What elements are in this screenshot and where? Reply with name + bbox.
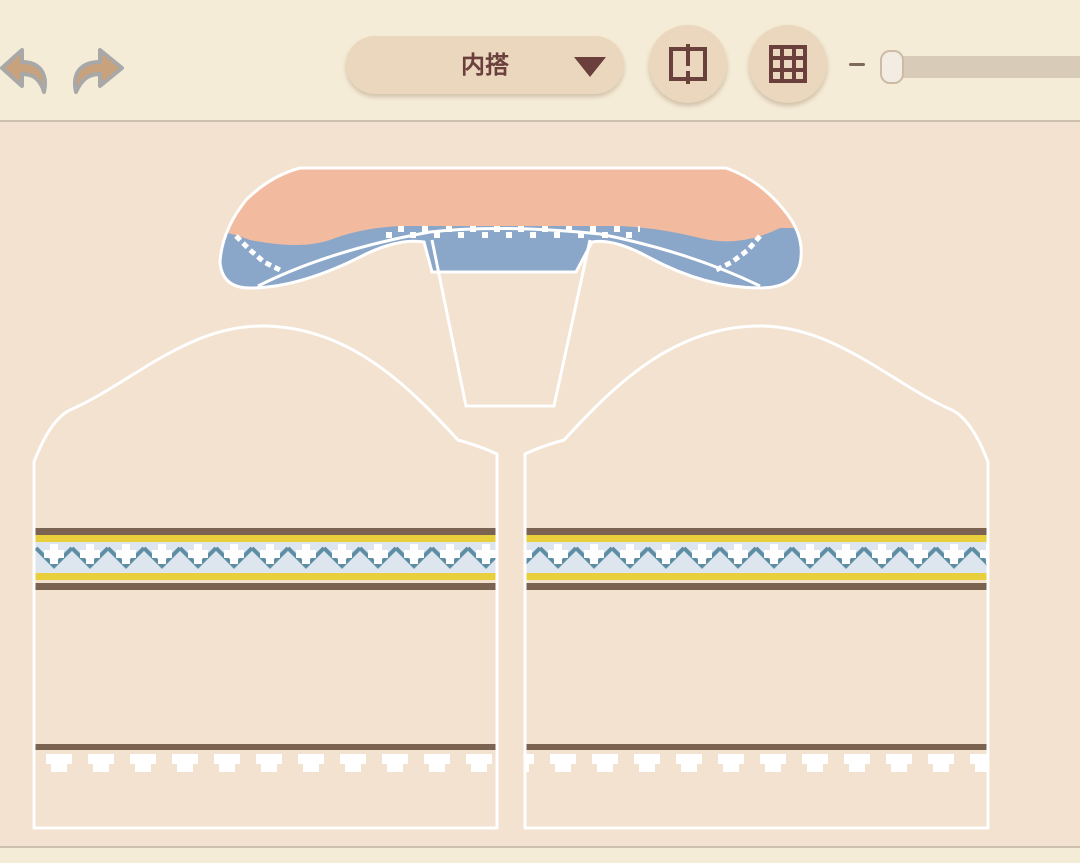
mirror-toggle-button[interactable]	[649, 25, 727, 103]
grid-icon	[769, 45, 807, 83]
redo-arrow-icon[interactable]	[66, 40, 126, 98]
zoom-out-icon[interactable]	[849, 63, 865, 66]
left-front-panel[interactable]	[30, 324, 500, 830]
pattern-canvas[interactable]	[0, 124, 1080, 846]
bottom-bar	[0, 846, 1080, 863]
pattern-drawing	[30, 160, 992, 830]
zoom-slider-thumb[interactable]	[880, 50, 904, 84]
chevron-down-icon	[574, 57, 606, 77]
right-front-panel[interactable]	[522, 324, 992, 830]
undo-arrow-icon[interactable]	[0, 38, 56, 98]
collar-piece[interactable]	[210, 160, 810, 300]
mirror-split-icon	[669, 44, 707, 84]
grid-toggle-button[interactable]	[749, 25, 827, 103]
top-toolbar: 内搭	[0, 0, 1080, 122]
zoom-slider-track[interactable]	[886, 56, 1080, 78]
layer-select-dropdown[interactable]: 内搭	[346, 36, 624, 94]
